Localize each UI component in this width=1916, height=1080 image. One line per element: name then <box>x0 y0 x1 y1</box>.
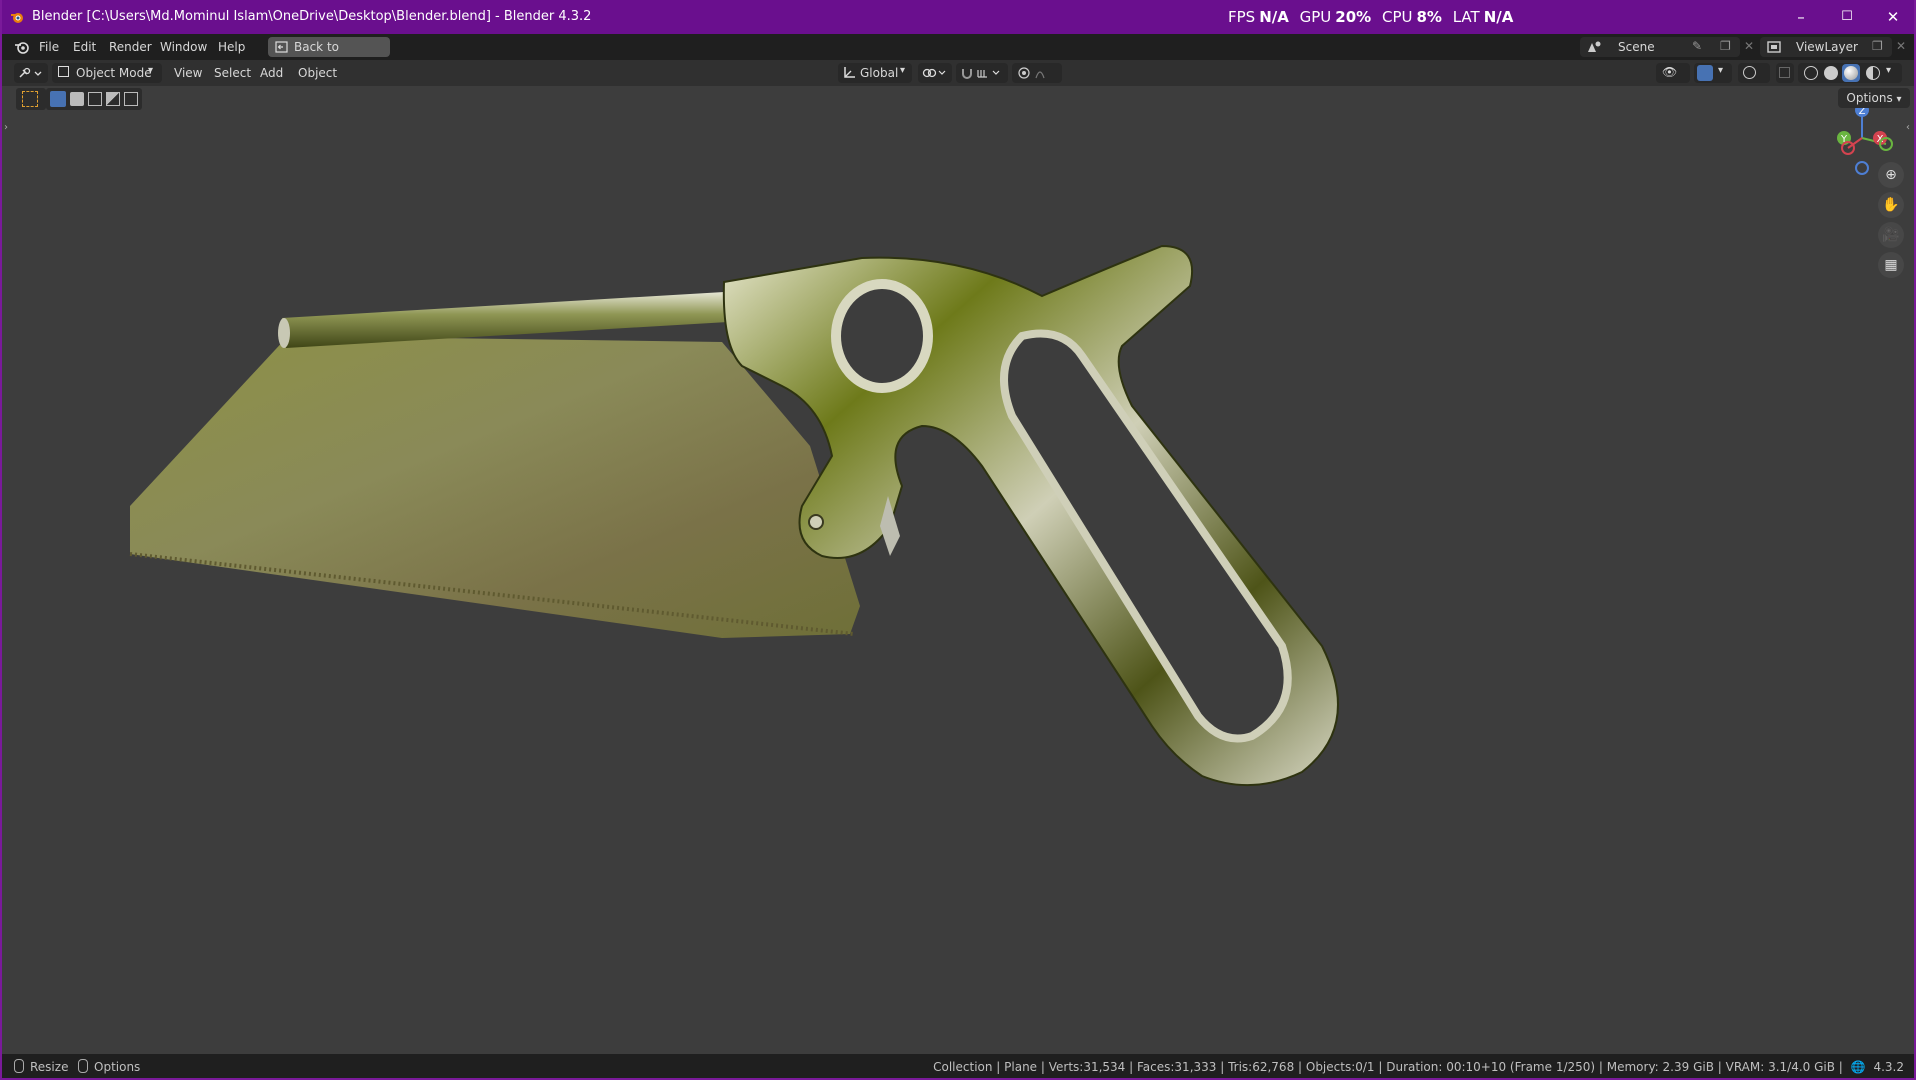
window-frame <box>0 0 1916 1080</box>
